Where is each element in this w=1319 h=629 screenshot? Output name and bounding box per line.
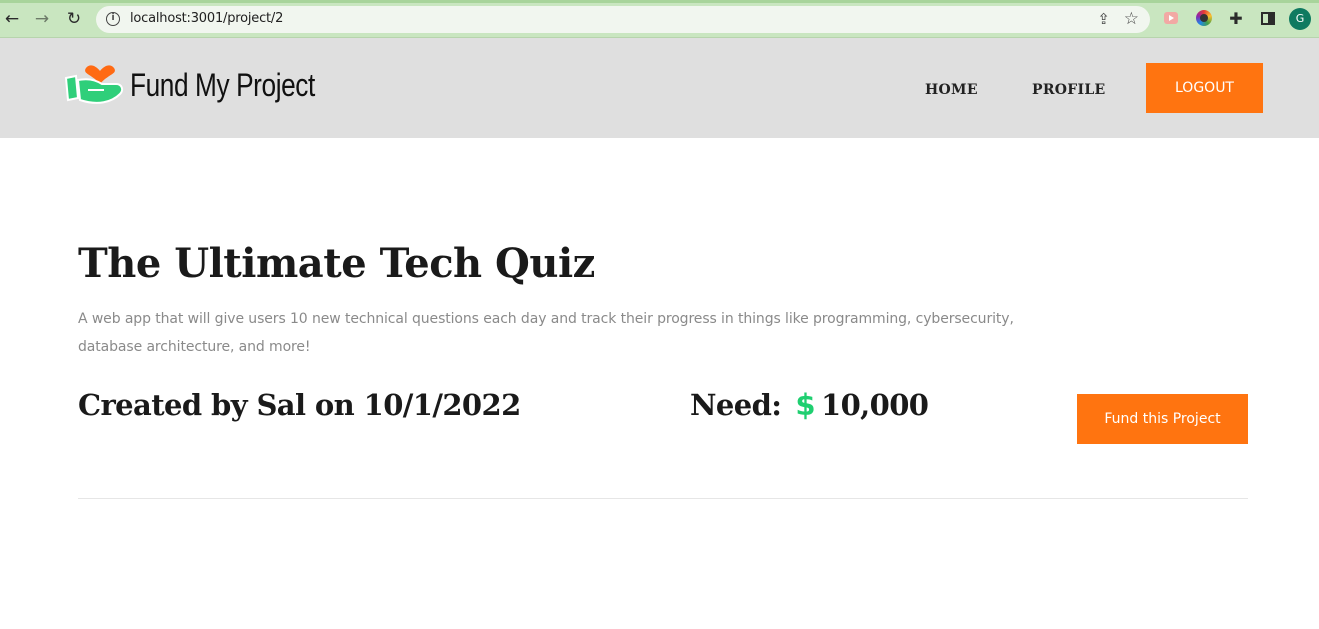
browser-toolbar: ← → ↻ i localhost:3001/project/2 ⇪ ☆ ✚ G — [0, 0, 1319, 38]
project-funding-need: Need: $10,000 — [690, 388, 929, 422]
info-icon[interactable]: i — [106, 12, 120, 26]
project-description: A web app that will give users 10 new te… — [78, 311, 1014, 355]
need-amount: 10,000 — [821, 388, 929, 422]
dollar-icon: $ — [795, 388, 815, 422]
star-icon[interactable]: ☆ — [1124, 9, 1139, 29]
puzzle-icon[interactable]: ✚ — [1227, 9, 1245, 28]
project-title: The Ultimate Tech Quiz — [78, 240, 595, 287]
divider — [78, 498, 1248, 499]
reload-icon[interactable]: ↻ — [63, 8, 85, 30]
side-panel-icon[interactable] — [1259, 9, 1277, 27]
logout-button[interactable]: LOGOUT — [1146, 63, 1263, 113]
url-text[interactable]: localhost:3001/project/2 — [130, 11, 283, 26]
screen-recorder-icon[interactable] — [1162, 9, 1180, 27]
tab-strip-edge — [0, 0, 1319, 3]
profile-avatar[interactable]: G — [1289, 8, 1311, 30]
address-bar[interactable]: i localhost:3001/project/2 ⇪ ☆ — [96, 6, 1150, 33]
site-header: Fund My Project HOME PROFILE LOGOUT — [0, 38, 1319, 138]
brand-title[interactable]: Fund My Project — [130, 67, 315, 104]
fund-project-button[interactable]: Fund this Project — [1077, 394, 1248, 444]
back-arrow-icon[interactable]: ← — [1, 8, 23, 30]
nav-profile-link[interactable]: PROFILE — [1032, 82, 1105, 98]
project-created-by: Created by Sal on 10/1/2022 — [78, 388, 521, 422]
hand-heart-logo-icon[interactable] — [62, 64, 128, 110]
color-picker-icon[interactable] — [1195, 9, 1213, 27]
share-icon[interactable]: ⇪ — [1097, 10, 1110, 28]
need-label: Need: — [690, 388, 782, 422]
nav-home-link[interactable]: HOME — [925, 82, 978, 98]
forward-arrow-icon[interactable]: → — [31, 8, 53, 30]
